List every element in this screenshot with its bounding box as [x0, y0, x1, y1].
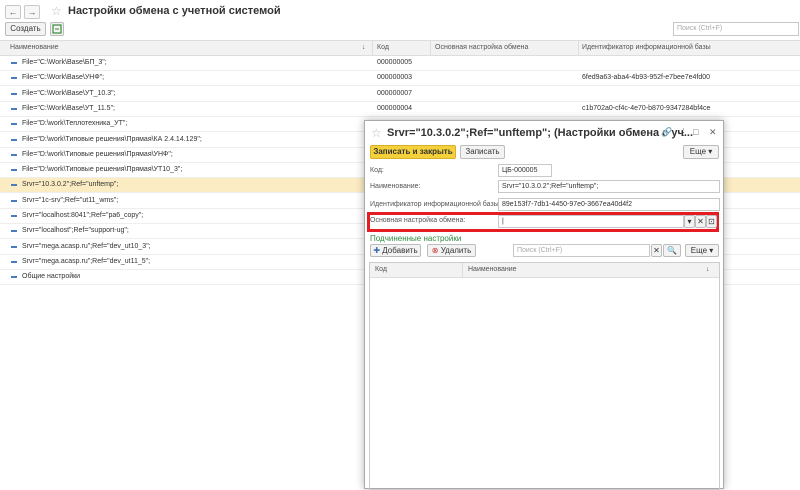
- row-ident: c1b702a0-cf4c-4e70-b870-9347284bf4ce: [582, 104, 711, 112]
- back-button[interactable]: ←: [5, 5, 21, 19]
- sub-more-button[interactable]: Еще ▾: [685, 244, 719, 257]
- table-row[interactable]: File="C:\Work\Base\БП_3"; 000000005: [0, 56, 800, 71]
- row-name: Srvr="10.3.0.2";Ref="unftemp";: [22, 181, 119, 189]
- row-name: File="D:\work\Типовые решения\Прямая\УТ1…: [22, 166, 183, 174]
- column-main-header[interactable]: Основная настройка обмена: [435, 44, 528, 51]
- row-name: File="D:\work\Типовые решения\Прямая\КА …: [22, 135, 202, 143]
- row-marker-icon: [11, 77, 17, 80]
- row-marker-icon: [11, 276, 17, 279]
- search-input[interactable]: Поиск (Ctrl+F): [673, 22, 799, 36]
- open-link-icon[interactable]: ⊡: [706, 215, 717, 228]
- row-marker-icon: [11, 245, 17, 248]
- subordinate-settings-link[interactable]: Подчиненные настройки: [370, 234, 461, 243]
- clear-search-icon[interactable]: ✕: [651, 244, 662, 257]
- name-field[interactable]: Srvr="10.3.0.2";Ref="unftemp";: [498, 180, 720, 193]
- settings-dialog: ☆ Srvr="10.3.0.2";Ref="unftemp"; (Настро…: [364, 120, 724, 490]
- row-marker-icon: [11, 138, 17, 141]
- row-name: Srvr="mega.acasp.ru";Ref="dev_ut11_5";: [22, 257, 151, 265]
- window-header: ← → ☆ Настройки обмена с учетной системо…: [0, 0, 800, 40]
- row-ident: 6fed9a63-aba4-4b93-952f-e7bee7e4fd00: [582, 74, 711, 82]
- subordinate-table-header: Код Наименование ↓: [370, 263, 719, 278]
- ident-field[interactable]: 89e153f7-7db1-4450-97e0-3667ea40d4f2: [498, 198, 720, 211]
- row-name: File="C:\Work\Base\УНФ";: [22, 74, 105, 82]
- search-icon[interactable]: 🔍: [663, 244, 681, 257]
- table-row[interactable]: File="C:\Work\Base\УТ_11.5"; 000000004 c1b…: [0, 102, 800, 117]
- table-row[interactable]: File="C:\Work\Base\УТ_10.3"; 000000007: [0, 87, 800, 102]
- page-title: Настройки обмена с учетной системой: [68, 5, 281, 17]
- code-field[interactable]: ЦБ-000005: [498, 164, 552, 177]
- save-button[interactable]: Записать: [460, 145, 505, 159]
- favorite-star-icon[interactable]: ☆: [371, 126, 382, 140]
- row-code: 000000003: [377, 74, 413, 82]
- row-marker-icon: [11, 92, 17, 95]
- row-name: Srvr="mega.acasp.ru";Ref="dev_ut10_3";: [22, 242, 151, 250]
- sub-column-code[interactable]: Код: [375, 266, 387, 273]
- delete-button[interactable]: ⊗ Удалить: [427, 244, 476, 257]
- dialog-title: Srvr="10.3.0.2";Ref="unftemp"; (Настройк…: [387, 127, 694, 139]
- more-button[interactable]: Еще ▾: [683, 145, 719, 159]
- row-code: 000000007: [377, 89, 413, 97]
- row-marker-icon: [11, 107, 17, 110]
- favorite-star-icon[interactable]: ☆: [51, 4, 62, 18]
- code-label: Код:: [370, 167, 384, 174]
- main-setting-field[interactable]: |: [498, 215, 684, 228]
- sub-search-input[interactable]: Поиск (Ctrl+F): [513, 244, 650, 257]
- more-label: Еще: [689, 147, 707, 156]
- sort-arrow-icon: ↓: [706, 266, 710, 273]
- row-name: Srvr="localhost:8041";Ref="ра6_copy";: [22, 212, 144, 219]
- main-setting-label: Основная настройка обмена:: [370, 217, 466, 224]
- row-name: Общие настройки: [22, 273, 81, 281]
- column-ident-header[interactable]: Идентификатор информационной базы: [582, 44, 711, 51]
- dropdown-icon[interactable]: ▾: [684, 215, 695, 228]
- create-button[interactable]: Создать: [5, 22, 46, 36]
- sub-column-name[interactable]: Наименование: [468, 266, 517, 273]
- refresh-button[interactable]: [50, 22, 64, 36]
- row-code: 000000005: [377, 59, 413, 66]
- link-icon[interactable]: 🔗: [661, 127, 672, 138]
- clear-icon[interactable]: ✕: [695, 215, 706, 228]
- row-name: File="D:\work\Теплотехника_УТ";: [22, 120, 128, 128]
- row-name: File="C:\Work\Base\УТ_10.3";: [22, 89, 116, 97]
- column-name-header[interactable]: Наименование: [10, 44, 59, 51]
- row-marker-icon: [11, 169, 17, 172]
- add-button[interactable]: ✚ Добавить: [370, 244, 421, 257]
- delete-label: Удалить: [440, 246, 472, 255]
- delete-icon: ⊗: [431, 246, 439, 255]
- plus-icon: ✚: [373, 246, 381, 255]
- close-icon[interactable]: ✕: [709, 127, 717, 138]
- ident-label: Идентификатор информационной базы:: [370, 201, 501, 208]
- subordinate-table: Код Наименование ↓: [369, 262, 720, 490]
- table-header: Наименование ↓ Код Основная настройка об…: [0, 41, 800, 56]
- sort-arrow-icon: ↓: [362, 44, 366, 51]
- row-name: File="C:\Work\Base\УТ_11.5";: [22, 104, 115, 112]
- row-marker-icon: [11, 215, 17, 217]
- maximize-icon[interactable]: □: [693, 127, 698, 137]
- row-marker-icon: [11, 184, 17, 187]
- add-label: Добавить: [382, 246, 418, 255]
- column-code-header[interactable]: Код: [377, 44, 389, 51]
- row-name: Srvr="localhost";Ref="support-ug";: [22, 227, 129, 235]
- table-row[interactable]: File="C:\Work\Base\УНФ"; 000000003 6fed9a6…: [0, 71, 800, 87]
- row-name: File="D:\work\Типовые решения\Прямая\УНФ…: [22, 150, 173, 158]
- row-code: 000000004: [377, 104, 413, 112]
- refresh-icon: [52, 24, 62, 34]
- row-name: File="C:\Work\Base\БП_3";: [22, 59, 107, 66]
- row-marker-icon: [11, 199, 17, 202]
- save-and-close-button[interactable]: Записать и закрыть: [370, 145, 456, 159]
- row-marker-icon: [11, 123, 17, 126]
- forward-button[interactable]: →: [24, 5, 40, 19]
- row-marker-icon: [11, 62, 17, 64]
- row-marker-icon: [11, 153, 17, 156]
- row-name: Srvr="1c-srv";Ref="ut11_wms";: [22, 196, 119, 204]
- menu-icon[interactable]: ⋮: [679, 127, 688, 138]
- sub-more-label: Еще: [690, 246, 708, 255]
- row-marker-icon: [11, 230, 17, 233]
- row-marker-icon: [11, 260, 17, 263]
- name-label: Наименование:: [370, 183, 421, 190]
